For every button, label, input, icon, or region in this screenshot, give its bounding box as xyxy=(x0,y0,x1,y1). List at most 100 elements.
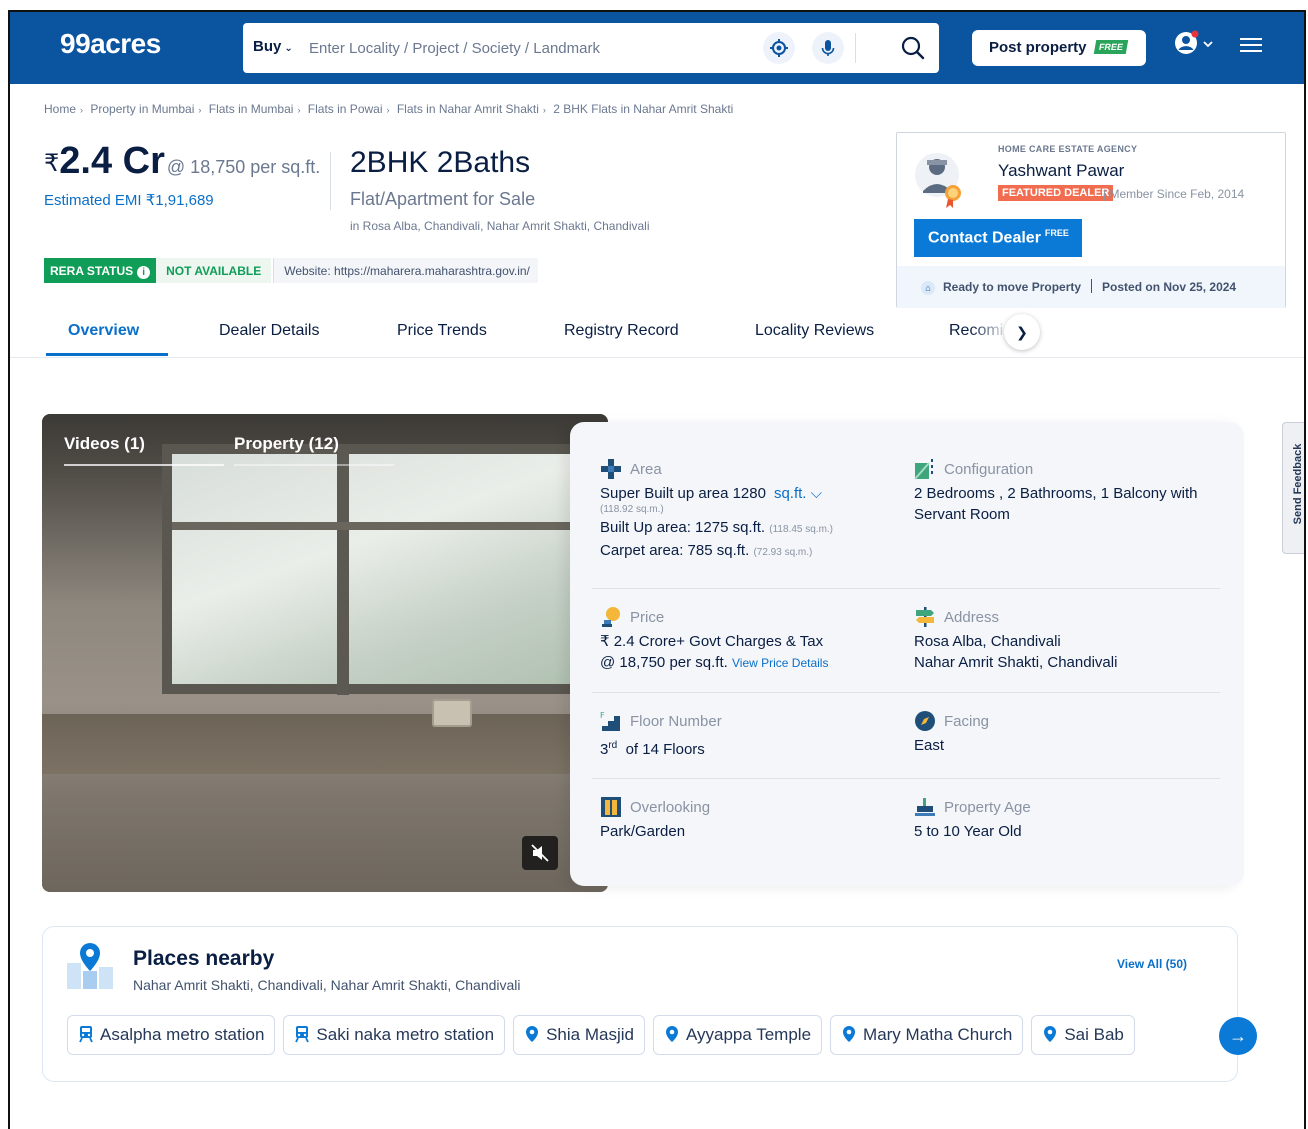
member-since: | Member Since Feb, 2014 xyxy=(1103,187,1245,201)
place-name: Ayyappa Temple xyxy=(685,1025,812,1044)
tab-registry-record[interactable]: Registry Record xyxy=(564,322,679,340)
tabs-next-arrow-icon[interactable]: ❯ xyxy=(1004,314,1040,350)
price-per-sqft-detail: @ 18,750 per sq.ft. xyxy=(600,654,728,671)
info-icon[interactable]: i xyxy=(137,266,151,279)
place-name: Mary Matha Church xyxy=(863,1025,1013,1044)
places-nearby-icon xyxy=(67,943,113,989)
place-chip[interactable]: Shia Masjid xyxy=(513,1015,645,1055)
tab-dealer-details[interactable]: Dealer Details xyxy=(219,322,319,340)
compass-icon xyxy=(915,711,935,731)
row-divider xyxy=(592,778,1220,779)
address-section: Address Rosa Alba, Chandivali Nahar Amri… xyxy=(914,606,1224,673)
send-feedback-tab[interactable]: Send Feedback xyxy=(1282,422,1304,554)
location-target-icon[interactable] xyxy=(763,32,795,64)
breadcrumb-item[interactable]: Home xyxy=(44,102,76,116)
facing-label: Facing xyxy=(944,712,990,730)
super-built-area: Super Built up area 1280 xyxy=(600,485,766,502)
property-age-label: Property Age xyxy=(944,798,1031,816)
place-chip[interactable]: Sai Bab xyxy=(1031,1015,1135,1055)
floor-suffix: rd xyxy=(608,740,618,751)
places-chip-list: Asalpha metro station Saki naka metro sta… xyxy=(67,1015,1227,1057)
place-chip[interactable]: Asalpha metro station xyxy=(67,1015,276,1055)
price-total: ₹ 2.4 Crore+ Govt Charges & Tax xyxy=(600,633,824,650)
media-tab-underline xyxy=(234,464,394,466)
mute-icon[interactable] xyxy=(522,836,558,870)
configuration-label: Configuration xyxy=(944,460,1034,478)
breadcrumb: Home › Property in Mumbai › Flats in Mumba… xyxy=(44,102,734,116)
floor-label: Floor Number xyxy=(630,712,722,730)
property-age-value: 5 to 10 Year Old xyxy=(914,823,1022,840)
carpet-area: Carpet area: 785 sq.ft. xyxy=(600,542,750,559)
dealer-name[interactable]: Yashwant Pawar xyxy=(998,161,1124,181)
breadcrumb-item[interactable]: Flats in Nahar Amrit Shakti xyxy=(397,102,539,116)
building-age-icon xyxy=(915,798,935,816)
built-up-area-sqm: (118.45 sq.m.) xyxy=(769,524,834,535)
free-tag: FREE xyxy=(1093,40,1128,54)
rera-label: RERA STATUS xyxy=(50,264,134,278)
estimated-emi-link[interactable]: Estimated EMI ₹1,91,689 xyxy=(44,191,214,209)
tab-videos[interactable]: Videos (1) xyxy=(64,434,145,454)
places-next-arrow-icon[interactable]: → xyxy=(1219,1017,1257,1055)
posted-date: Posted on Nov 25, 2024 xyxy=(1102,280,1237,294)
breadcrumb-item: 2 BHK Flats in Nahar Amrit Shakti xyxy=(553,102,734,116)
property-location: in Rosa Alba, Chandivali, Nahar Amrit Sh… xyxy=(350,219,650,233)
media-gallery[interactable]: Videos (1) Property (12) xyxy=(42,414,608,892)
section-tabs: Overview Dealer Details Price Trends Reg… xyxy=(10,308,1304,358)
pin-icon xyxy=(665,1026,678,1042)
tab-price-trends[interactable]: Price Trends xyxy=(397,322,487,340)
site-logo[interactable]: 99acres xyxy=(60,28,161,60)
breadcrumb-item[interactable]: Flats in Powai xyxy=(308,102,383,116)
price-block: ₹2.4 Cr @ 18,750 per sq.ft. xyxy=(44,140,320,183)
places-nearby-title: Places nearby xyxy=(133,947,275,970)
address-line-2: Nahar Amrit Shakti, Chandivali xyxy=(914,654,1118,671)
metro-icon xyxy=(295,1026,310,1043)
address-label: Address xyxy=(944,608,1000,626)
place-chip[interactable]: Mary Matha Church xyxy=(830,1015,1024,1055)
contact-dealer-button[interactable]: Contact Dealer FREE xyxy=(914,219,1082,257)
active-tab-indicator xyxy=(46,353,168,356)
area-icon xyxy=(601,459,621,479)
currency-symbol: ₹ xyxy=(44,150,60,177)
view-price-details-link[interactable]: View Price Details xyxy=(732,656,828,670)
place-chip[interactable]: Saki naka metro station xyxy=(283,1015,506,1055)
microphone-icon[interactable] xyxy=(812,32,844,64)
place-chip[interactable]: Ayyappa Temple xyxy=(652,1015,823,1055)
breadcrumb-item[interactable]: Property in Mumbai xyxy=(90,102,194,116)
feedback-label: Send Feedback xyxy=(1292,443,1304,525)
window-illustration xyxy=(162,444,608,695)
unit-label: sq.ft. xyxy=(773,485,807,502)
pin-icon xyxy=(1044,1026,1057,1042)
row-divider xyxy=(592,692,1220,693)
hamburger-menu-icon[interactable] xyxy=(1240,38,1262,54)
dealer-card-footer: ⌂ Ready to move Property Posted on Nov 25,… xyxy=(897,266,1285,308)
chevron-down-icon: ⌄ xyxy=(284,43,293,54)
rera-status-badge[interactable]: RERA STATUS i xyxy=(44,258,157,283)
price-label: Price xyxy=(630,608,665,626)
price-per-sqft: @ 18,750 per sq.ft. xyxy=(166,157,321,177)
post-property-button[interactable]: Post property FREE xyxy=(972,30,1146,66)
dealer-avatar-icon xyxy=(915,153,961,208)
tab-property-photos[interactable]: Property (12) xyxy=(234,434,339,454)
view-all-places-link[interactable]: View All (50) xyxy=(1117,957,1187,971)
breadcrumb-item[interactable]: Flats in Mumbai xyxy=(209,102,294,116)
place-name: Saki naka metro station xyxy=(316,1025,495,1044)
tab-overview[interactable]: Overview xyxy=(68,322,139,340)
search-icon[interactable] xyxy=(899,34,927,62)
configuration-value: 2 Bedrooms , 2 Bathrooms, 1 Balcony with… xyxy=(914,485,1198,523)
svg-text:F: F xyxy=(600,711,605,720)
unit-dropdown[interactable]: sq.ft. ⌵ xyxy=(774,485,822,502)
place-name: Asalpha metro station xyxy=(100,1025,265,1044)
window-sill-illustration xyxy=(42,714,608,774)
buy-dropdown[interactable]: Buy ⌄ xyxy=(253,38,293,55)
signpost-icon xyxy=(916,607,934,627)
property-age-section: Property Age 5 to 10 Year Old xyxy=(914,796,1224,842)
overlooking-label: Overlooking xyxy=(630,798,711,816)
floor-stairs-icon: F xyxy=(600,711,620,731)
facing-section: Facing East xyxy=(914,710,1224,756)
tab-locality-reviews[interactable]: Locality Reviews xyxy=(755,322,874,340)
property-type: Flat/Apartment for Sale xyxy=(350,189,536,209)
rera-status-row: RERA STATUS i NOT AVAILABLE Website: http… xyxy=(44,258,538,283)
user-account-icon[interactable] xyxy=(1174,30,1214,60)
search-input[interactable] xyxy=(309,31,749,65)
rera-website: Website: https://maharera.maharashtra.go… xyxy=(273,258,538,283)
